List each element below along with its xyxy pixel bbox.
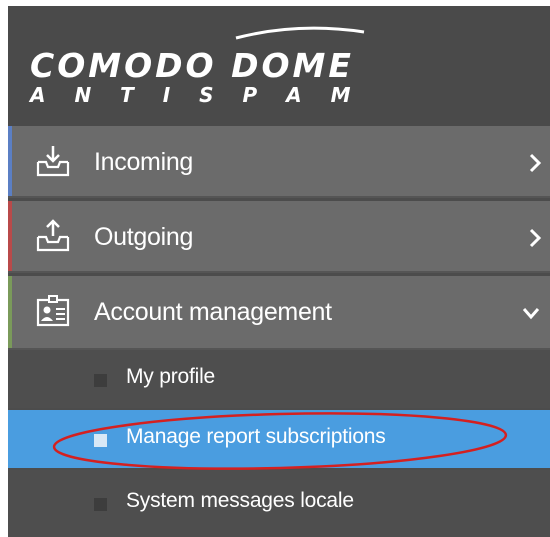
bullet-icon (94, 498, 107, 511)
brand-line1: COMODO DOME (30, 46, 354, 85)
chevron-right-icon[interactable] (528, 152, 542, 174)
brand-logo: COMODO DOME A N T I S P A M (8, 6, 550, 126)
sub-label-system-messages-locale: System messages locale (126, 489, 354, 512)
outbox-upload-icon (36, 219, 70, 252)
bullet-icon (94, 434, 107, 447)
nav-accent (8, 276, 12, 348)
id-card-icon (36, 295, 70, 327)
sub-label-manage-report-subscriptions: Manage report subscriptions (126, 425, 386, 448)
nav-label-outgoing: Outgoing (94, 223, 194, 251)
inbox-download-icon (36, 146, 70, 177)
sub-label-my-profile: My profile (126, 365, 216, 388)
nav-item-outgoing[interactable]: Outgoing (8, 201, 550, 273)
sub-item-my-profile[interactable]: My profile (8, 350, 550, 408)
sidebar-panel: COMODO DOME A N T I S P A M Incoming Out… (8, 6, 550, 537)
chevron-right-icon[interactable] (528, 227, 542, 249)
nav-item-account-management[interactable]: Account management (8, 276, 550, 350)
brand-line2: A N T I S P A M (28, 83, 361, 107)
nav-label-incoming: Incoming (94, 148, 194, 176)
nav-accent (8, 126, 12, 196)
chevron-down-icon[interactable] (521, 306, 541, 322)
nav-accent (8, 201, 12, 271)
comodo-dome-logo: COMODO DOME A N T I S P A M (28, 26, 365, 107)
nav-item-incoming[interactable]: Incoming (8, 126, 550, 198)
sub-item-manage-report-subscriptions[interactable]: Manage report subscriptions (8, 410, 550, 468)
nav-label-account-management: Account management (94, 298, 332, 326)
sub-item-system-messages-locale[interactable]: System messages locale (8, 470, 550, 537)
bullet-icon (94, 374, 107, 387)
